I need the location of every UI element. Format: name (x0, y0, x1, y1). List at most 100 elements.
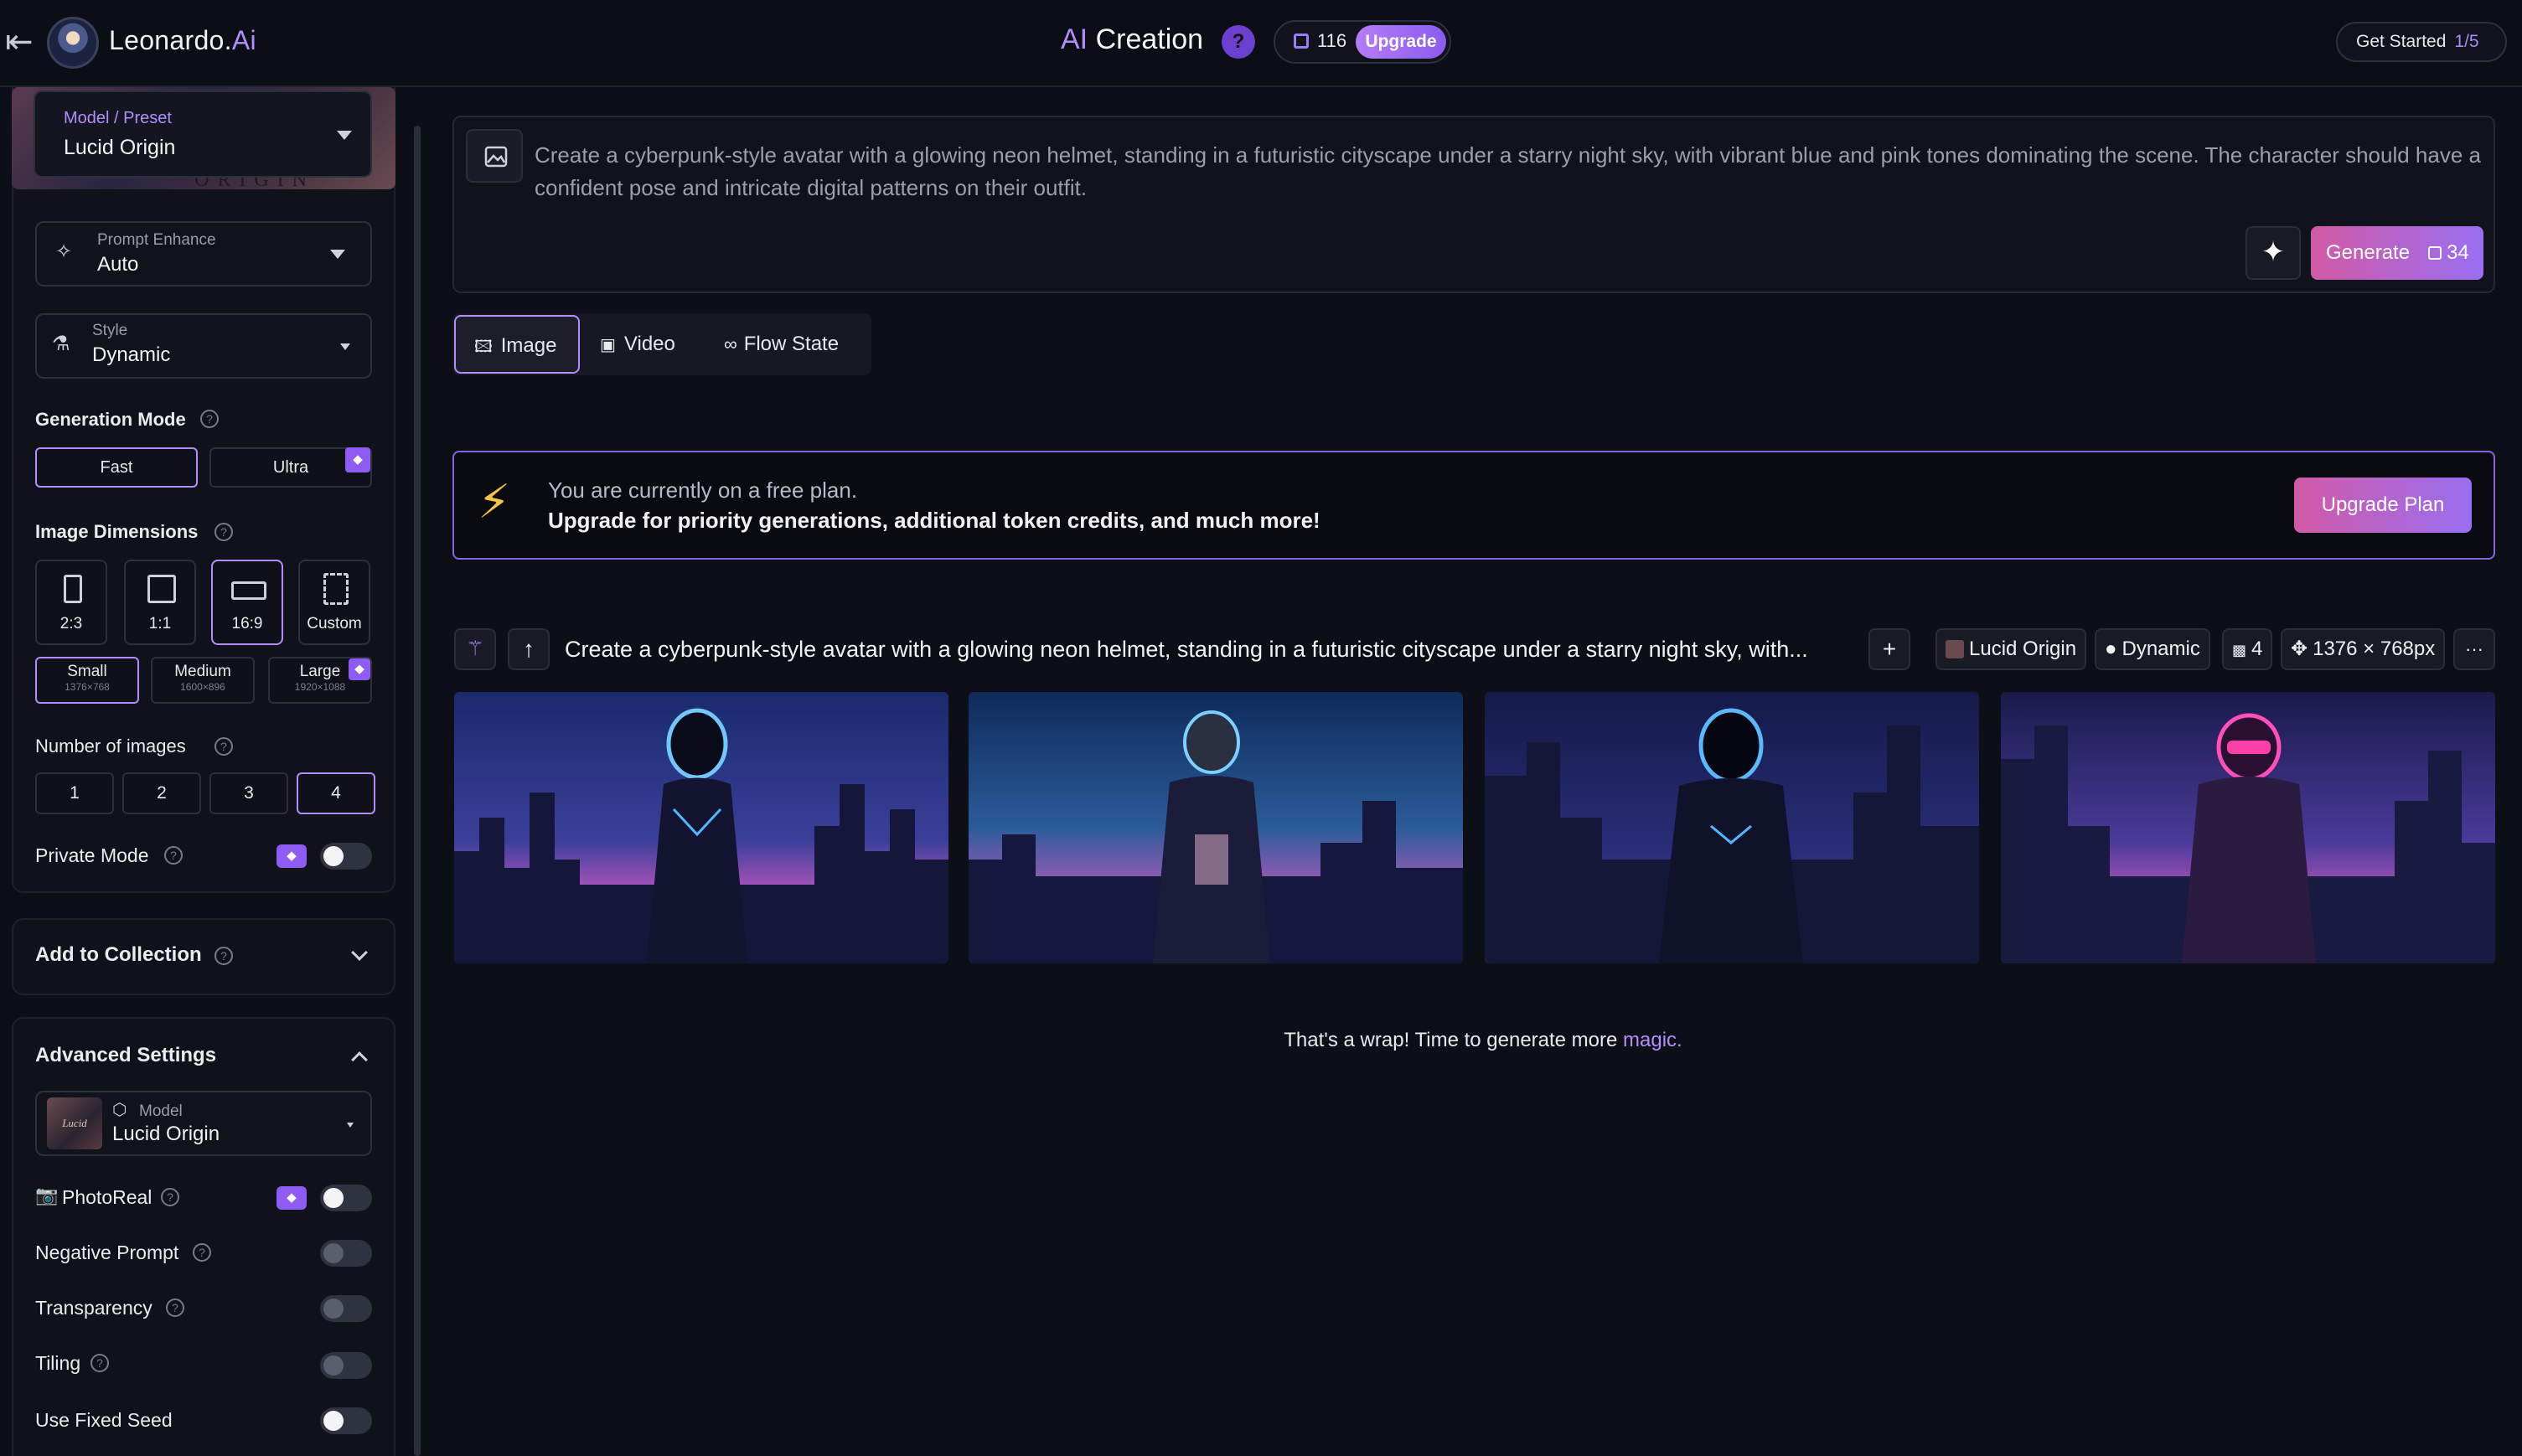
chip-label: Dynamic (2121, 638, 2200, 660)
history-prompt[interactable]: Create a cyberpunk-style avatar with a g… (565, 637, 1808, 663)
size-resolution: 1600×896 (180, 681, 225, 693)
get-started-label: Get Started (2356, 32, 2447, 51)
token-icon (1294, 34, 1309, 49)
use-fixed-seed-toggle[interactable] (320, 1407, 372, 1434)
photoreal-toggle[interactable] (320, 1185, 372, 1211)
custom-size-icon (323, 573, 349, 605)
magic-link[interactable]: magic. (1623, 1029, 1682, 1051)
help-icon[interactable]: ? (214, 523, 233, 541)
banner-line-2: Upgrade for priority generations, additi… (548, 508, 1320, 533)
video-icon: ▣ (600, 336, 616, 354)
brand-logo[interactable]: Leonardo.Ai (109, 25, 256, 56)
upgrade-plan-button[interactable]: Upgrade Plan (2294, 478, 2472, 533)
model-preset-select[interactable] (34, 90, 372, 178)
tab-label: Video (623, 333, 675, 355)
gem-icon: ◆ (345, 447, 370, 472)
generated-image-2[interactable] (969, 692, 1463, 963)
generate-cost: 34 (2447, 241, 2469, 264)
square-icon (147, 575, 176, 603)
model-thumb-icon (1946, 640, 1964, 658)
help-icon[interactable]: ? (90, 1354, 109, 1372)
top-bar (0, 0, 2522, 87)
upload-arrow-icon[interactable]: ↑ (508, 628, 550, 670)
chevron-down-icon (337, 131, 352, 140)
size-medium-button[interactable]: Medium 1600×896 (151, 657, 255, 704)
sparkle-icon: ✦ (2261, 236, 2286, 268)
negative-prompt-toggle[interactable] (320, 1240, 372, 1267)
cube-icon: ⬡ (112, 1101, 127, 1119)
size-resolution: 1920×1088 (294, 681, 346, 693)
image-count-4[interactable]: 4 (297, 772, 375, 814)
transparency-toggle[interactable] (320, 1295, 372, 1322)
wrap-text: That's a wrap! Time to generate more (1284, 1029, 1624, 1051)
style-icon: ⚗ (52, 333, 70, 355)
sidebar-scrollbar[interactable] (414, 126, 421, 1456)
count-chip[interactable]: ▩ 4 (2222, 628, 2273, 670)
chip-label: 4 (2251, 638, 2263, 660)
generate-button[interactable]: Generate 34 (2311, 226, 2483, 280)
plus-icon[interactable]: + (1868, 628, 1910, 670)
token-icon (2428, 246, 2442, 260)
generate-label: Generate (2326, 241, 2411, 264)
tab-label: Image (500, 334, 557, 357)
tab-image[interactable]: 🖾 Image (454, 315, 580, 374)
style-chip[interactable]: ● Dynamic (2095, 628, 2210, 670)
dimensions-chip[interactable]: ✥ 1376 × 768px (2281, 628, 2446, 670)
upgrade-button[interactable]: Upgrade (1356, 25, 1446, 59)
model-chip[interactable]: Lucid Origin (1935, 628, 2087, 670)
generated-image-4[interactable] (2001, 692, 2495, 963)
help-icon[interactable]: ? (214, 947, 233, 965)
gem-icon: ◆ (276, 1186, 307, 1210)
private-mode-label: Private Mode (35, 844, 149, 866)
help-icon[interactable]: ? (1222, 25, 1255, 59)
gem-icon: ◆ (276, 844, 307, 868)
help-icon[interactable]: ? (164, 846, 183, 865)
help-icon[interactable]: ? (214, 737, 233, 756)
image-count-2[interactable]: 2 (122, 772, 201, 814)
model-preset-label: Model / Preset (64, 109, 172, 127)
transparency-label: Transparency (35, 1297, 152, 1319)
image-count-1[interactable]: 1 (35, 772, 114, 814)
mode-fast-button[interactable]: Fast (35, 447, 198, 488)
landscape-icon (231, 581, 266, 600)
help-icon[interactable]: ? (200, 410, 219, 428)
get-started-button[interactable]: Get Started 1/5 (2336, 22, 2507, 62)
aspect-label: 2:3 (59, 615, 83, 632)
improve-prompt-button[interactable]: ✦ (2246, 226, 2301, 280)
tab-video[interactable]: ▣ Video (600, 315, 700, 374)
more-icon[interactable]: ··· (2453, 628, 2495, 670)
free-plan-banner (452, 451, 2495, 560)
generated-image-3[interactable] (1485, 692, 1979, 963)
style-select[interactable] (35, 313, 372, 379)
help-icon[interactable]: ? (193, 1243, 211, 1262)
aspect-2-3-button[interactable]: 2:3 (35, 560, 107, 645)
chip-label: 1376 × 768px (2313, 638, 2436, 660)
tab-flow-state[interactable]: ∞ Flow State (724, 315, 866, 374)
logo-avatar[interactable] (47, 17, 99, 69)
title-ai: AI (1061, 23, 1088, 55)
help-icon[interactable]: ? (166, 1299, 184, 1317)
move-icon: ✥ (2291, 638, 2308, 660)
tiling-toggle[interactable] (320, 1352, 372, 1379)
prompt-text[interactable]: Create a cyberpunk-style avatar with a g… (535, 139, 2487, 204)
aspect-1-1-button[interactable]: 1:1 (124, 560, 196, 645)
number-of-images-title: Number of images (35, 736, 186, 756)
style-value: Dynamic (92, 343, 171, 366)
aspect-16-9-button[interactable]: 16:9 (211, 560, 283, 645)
size-small-button[interactable]: Small 1376×768 (35, 657, 139, 704)
generated-image-1[interactable] (454, 692, 948, 963)
camera-icon: 📷 (35, 1185, 59, 1206)
private-mode-toggle[interactable] (320, 843, 372, 870)
banner-line-1: You are currently on a free plan. (548, 478, 858, 503)
image-prompt-button[interactable] (466, 129, 523, 183)
photoreal-label: PhotoReal (62, 1186, 152, 1208)
size-name: Medium (174, 663, 231, 680)
magic-wand-icon[interactable]: ⚚ (454, 628, 496, 670)
aspect-custom-button[interactable]: Custom (298, 560, 370, 645)
tiling-label: Tiling (35, 1352, 81, 1374)
portrait-icon (64, 575, 82, 603)
back-arrow-icon[interactable]: ⇤ (5, 23, 39, 60)
image-count-3[interactable]: 3 (209, 772, 288, 814)
help-icon[interactable]: ? (161, 1188, 179, 1206)
size-name: Small (67, 663, 107, 680)
